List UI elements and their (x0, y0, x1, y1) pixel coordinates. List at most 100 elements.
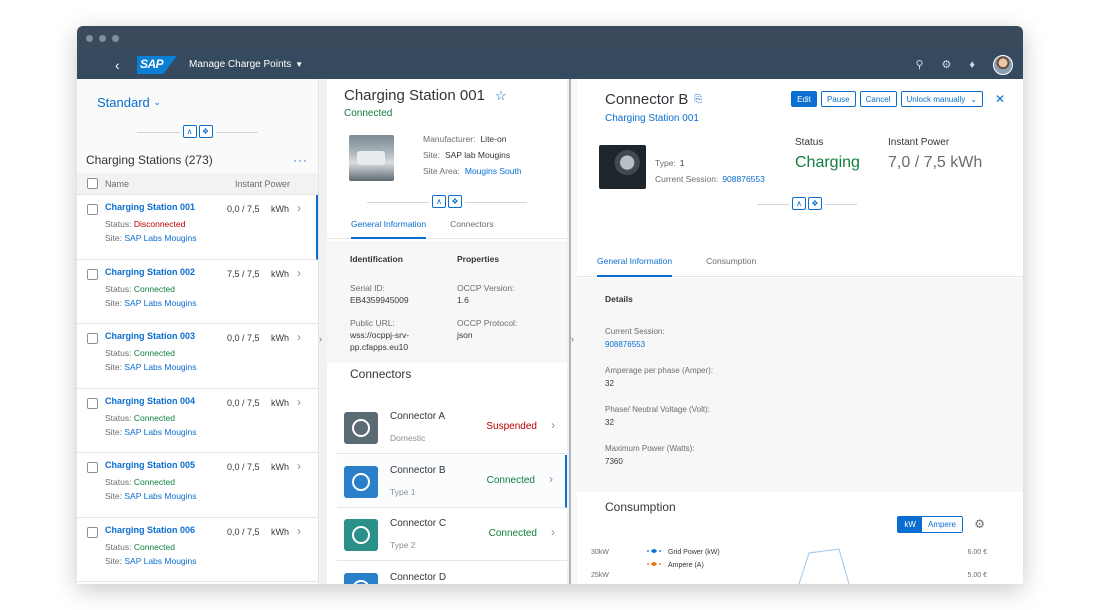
chevron-right-icon[interactable]: › (297, 201, 301, 215)
url-label: Public URL: (350, 318, 395, 328)
clipboard-icon[interactable]: ⎘ (694, 94, 702, 105)
chevron-right-icon[interactable]: › (551, 525, 555, 539)
pin-icon[interactable]: ❖ (198, 125, 213, 138)
power-unit: kWh (271, 204, 289, 214)
connector-item[interactable]: Connector A Domestic Suspended › (337, 401, 567, 454)
chevron-right-icon[interactable]: › (551, 418, 555, 432)
pin-icon[interactable]: ❖ (448, 195, 462, 208)
area-label: Site Area: (423, 166, 460, 176)
chevron-right-icon[interactable]: › (549, 472, 553, 486)
row-checkbox[interactable] (87, 462, 98, 473)
variant-selector[interactable]: Standard ⌄ (77, 79, 318, 125)
connector-icon (344, 412, 378, 444)
list-column-header: Name Instant Power (77, 173, 318, 195)
area-link[interactable]: Mougins South (465, 166, 522, 176)
status-label: Status (795, 137, 824, 148)
collapse-icon[interactable]: ∧ (182, 125, 197, 138)
site-link[interactable]: SAP Labs Mougins (124, 491, 196, 501)
connector-icon (344, 572, 378, 584)
details-section: Details Current Session: 908876553 Amperag… (577, 278, 1023, 492)
connector-tabs: General Information Consumption (577, 249, 1023, 277)
station-name[interactable]: Charging Station 002 (105, 267, 197, 281)
station-name[interactable]: Charging Station 001 (105, 202, 197, 216)
gear-icon[interactable]: ⚙ (974, 517, 985, 531)
site-link[interactable]: SAP Labs Mougins (124, 362, 196, 372)
row-checkbox[interactable] (87, 526, 98, 538)
row-checkbox[interactable] (87, 397, 98, 409)
power-value: 7,5 / 7,5 (227, 268, 260, 279)
power-kpi: Instant Power 7,0 / 7,5 kWh (888, 137, 982, 172)
power-value: 0,0 / 7,5 (227, 397, 260, 408)
cancel-button[interactable]: Cancel (859, 91, 897, 107)
close-icon[interactable]: ✕ (995, 92, 1005, 106)
window-dot-icon[interactable] (86, 34, 93, 42)
window-dot-icon[interactable] (99, 34, 106, 42)
collapse-icon[interactable]: ∧ (792, 197, 806, 210)
station-tabs: General Information Connectors (327, 213, 567, 239)
status-value: Connected (133, 283, 175, 294)
station-name[interactable]: Charging Station 005 (105, 460, 197, 474)
chevron-right-icon[interactable]: › (297, 459, 301, 473)
collapse-icon[interactable]: ∧ (432, 195, 446, 208)
pin-icon[interactable]: ❖ (808, 197, 822, 210)
star-icon[interactable]: ☆ (495, 88, 507, 104)
chevron-right-icon[interactable]: › (297, 266, 301, 280)
tab-general-information[interactable]: General Information (351, 213, 427, 239)
chevron-right-icon[interactable]: › (571, 334, 574, 344)
site-link[interactable]: SAP Labs Mougins (124, 233, 196, 243)
window-dot-icon[interactable] (112, 34, 119, 42)
connector-item[interactable]: Connector C Type 2 Connected › (337, 508, 567, 561)
status-value: Connected (133, 348, 175, 358)
settings-icon[interactable]: ⚙ (942, 58, 952, 71)
row-checkbox[interactable] (87, 268, 98, 280)
list-item[interactable]: Charging Station 005 Status: Connected Sit… (77, 453, 318, 518)
tab-general-information[interactable]: General Information (597, 249, 673, 277)
list-item[interactable]: Charging Station 004 Status: Connected Sit… (77, 389, 318, 453)
site-link[interactable]: SAP Labs Mougins (124, 556, 196, 566)
site-link[interactable]: SAP Labs Mougins (124, 298, 196, 308)
chevron-right-icon[interactable]: › (297, 524, 301, 538)
station-name[interactable]: Charging Station 004 (105, 396, 197, 410)
connector-item[interactable]: Connector D (337, 561, 567, 584)
chevron-right-icon[interactable]: › (297, 330, 301, 344)
ampere-toggle-button[interactable]: Ampere (921, 517, 962, 532)
connector-image (599, 145, 646, 189)
unit-toggle: kW Ampere (897, 516, 963, 533)
pane-divider[interactable]: › (319, 79, 327, 584)
search-icon[interactable]: ⚲ (915, 58, 923, 71)
connector-type: Domestic (390, 433, 426, 443)
chevron-right-icon[interactable]: › (319, 334, 322, 344)
list-item[interactable]: Charging Station 006 Status: Connected Sit… (77, 518, 318, 582)
app-title-menu[interactable]: Manage Charge Points ▼ (189, 59, 303, 70)
session-link[interactable]: 908876553 (722, 174, 765, 184)
station-name[interactable]: Charging Station 003 (105, 331, 197, 345)
connector-item[interactable]: Connector B Type 1 Connected › (337, 454, 567, 508)
unlock-menu-button[interactable]: Unlock manually ⌄ (900, 91, 983, 107)
station-name[interactable]: Charging Station 006 (105, 525, 197, 539)
list-item[interactable]: Charging Station 001 Status: Disconnected… (77, 195, 318, 260)
chevron-right-icon[interactable]: › (297, 395, 301, 409)
avatar[interactable] (993, 54, 1013, 75)
parent-station-link[interactable]: Charging Station 001 (605, 113, 699, 124)
list-item[interactable]: Charging Station 003 Status: Connected Sit… (77, 324, 318, 389)
pause-button[interactable]: Pause (820, 91, 856, 107)
power-value: 0,0 / 7,5 (227, 526, 260, 537)
more-icon[interactable]: ··· (293, 153, 308, 167)
back-icon[interactable]: ‹ (115, 57, 131, 73)
power-label: Instant Power (888, 137, 950, 148)
tab-consumption[interactable]: Consumption (706, 249, 756, 277)
list-item[interactable]: Charging Station 002 Status: Connected Sit… (77, 260, 318, 324)
window-titlebar (77, 26, 1023, 50)
field-value[interactable]: 908876553 (605, 338, 665, 352)
tab-connectors[interactable]: Connectors (450, 213, 493, 239)
ocpp-version-value: 1.6 (457, 295, 469, 305)
site-link[interactable]: SAP Labs Mougins (124, 427, 196, 437)
status-kpi: Status Charging (795, 137, 860, 172)
select-all-checkbox[interactable] (87, 178, 98, 189)
bell-icon[interactable]: ♦ (969, 59, 975, 71)
kw-toggle-button[interactable]: kW (898, 517, 922, 532)
station-image (349, 135, 394, 181)
edit-button[interactable]: Edit (791, 91, 817, 107)
row-checkbox[interactable] (87, 333, 98, 344)
row-checkbox[interactable] (87, 204, 98, 215)
